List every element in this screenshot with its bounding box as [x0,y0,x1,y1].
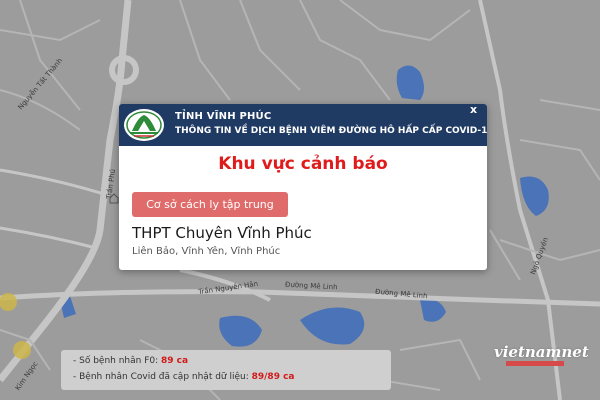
category-tag-button[interactable]: Cơ sở cách ly tập trung [132,192,288,217]
covid-stats-panel: - Số bệnh nhân F0: 89 ca - Bệnh nhân Cov… [61,350,391,390]
close-button[interactable]: x [470,104,477,116]
place-address: Liên Bảo, Vĩnh Yên, Vĩnh Phúc [132,246,281,257]
vinh-phuc-emblem-icon [122,107,166,143]
alert-title: Khu vực cảnh báo [218,154,388,174]
stat-row-f0: - Số bệnh nhân F0: 89 ca [73,356,188,366]
marker-dot [13,341,31,359]
stat-label: - Số bệnh nhân F0: [73,356,161,366]
watermark-text: vietnamnet [494,343,589,361]
popup-header: TỈNH VĨNH PHÚC THÔNG TIN VỀ DỊCH BỆNH VI… [119,104,487,146]
stat-value: 89/89 ca [251,372,295,382]
stat-label: - Bệnh nhân Covid đã cập nhật dữ liệu: [73,372,252,382]
header-subtitle: THÔNG TIN VỀ DỊCH BỆNH VIÊM ĐƯỜNG HÔ HẤP… [175,126,487,136]
stat-row-updated: - Bệnh nhân Covid đã cập nhật dữ liệu: 8… [73,372,295,382]
stat-value: 89 ca [161,356,189,366]
header-province-title: TỈNH VĨNH PHÚC [175,111,272,122]
place-name: THPT Chuyên Vĩnh Phúc [132,224,312,242]
watermark-bar [506,361,564,366]
alert-popup: TỈNH VĨNH PHÚC THÔNG TIN VỀ DỊCH BỆNH VI… [119,104,487,270]
watermark-logo: vietnamnet [480,340,589,370]
